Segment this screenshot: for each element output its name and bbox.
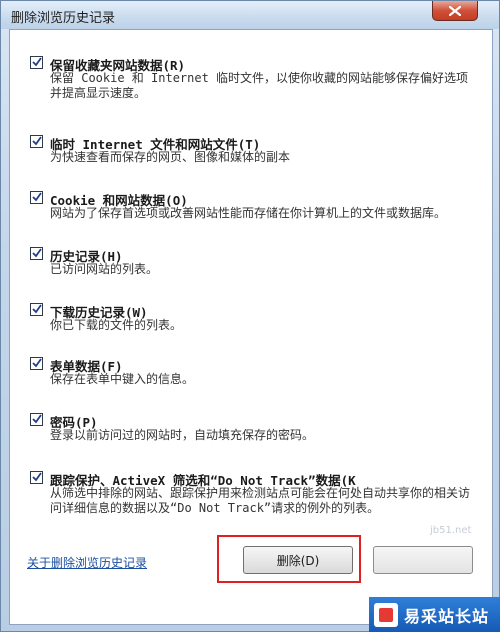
option-description: 从筛选中排除的网站、跟踪保护用来检测站点可能会在何处自动共享你的相关访问详细信息… — [50, 486, 471, 515]
checkmark-icon — [32, 57, 42, 67]
option-description: 你已下载的文件的列表。 — [50, 318, 183, 332]
about-delete-history-link[interactable]: 关于删除浏览历史记录 — [27, 554, 147, 571]
option-description: 保存在表单中键入的信息。 — [50, 372, 195, 386]
option-description: 为快速查看而保存的网页、图像和媒体的副本 — [50, 150, 291, 164]
watermark-logo-icon — [374, 603, 398, 627]
checkbox-temp-files[interactable] — [30, 135, 43, 148]
checkmark-icon — [32, 304, 42, 314]
checkbox-tracking-protection[interactable] — [30, 471, 43, 484]
option-passwords[interactable]: 密码(P) 登录以前访问过的网站时，自动填充保存的密码。 — [30, 412, 480, 446]
checkbox-passwords[interactable] — [30, 413, 43, 426]
watermark-faint: jb51.net — [430, 525, 472, 536]
cancel-button[interactable] — [373, 546, 473, 574]
checkmark-icon — [32, 248, 42, 258]
option-description: 已访问网站的列表。 — [50, 262, 159, 276]
dialog-window: 删除浏览历史记录 保留收藏夹网站数据(R) 保留 Cookie 和 Intern… — [0, 0, 500, 632]
checkbox-history[interactable] — [30, 247, 43, 260]
option-preserve-favorites[interactable]: 保留收藏夹网站数据(R) 保留 Cookie 和 Internet 临时文件，以… — [30, 55, 480, 100]
option-form-data[interactable]: 表单数据(F) 保存在表单中键入的信息。 — [30, 356, 480, 390]
checkmark-icon — [32, 192, 42, 202]
checkbox-form-data[interactable] — [30, 357, 43, 370]
delete-button[interactable]: 删除(D) — [243, 546, 353, 574]
close-icon — [449, 5, 461, 16]
title-bar[interactable]: 删除浏览历史记录 — [1, 1, 499, 29]
checkmark-icon — [32, 358, 42, 368]
window-title: 删除浏览历史记录 — [11, 11, 116, 26]
close-button[interactable] — [432, 1, 478, 21]
option-tracking-protection[interactable]: 跟踪保护、ActiveX 筛选和“Do Not Track”数据(K 从筛选中排… — [30, 470, 480, 534]
option-description: 网站为了保存首选项或改善网站性能而存储在你计算机上的文件或数据库。 — [50, 206, 447, 220]
option-history[interactable]: 历史记录(H) 已访问网站的列表。 — [30, 246, 480, 280]
checkbox-cookies[interactable] — [30, 191, 43, 204]
option-description: 登录以前访问过的网站时，自动填充保存的密码。 — [50, 428, 315, 442]
option-description: 保留 Cookie 和 Internet 临时文件，以使你收藏的网站能够保存偏好… — [50, 71, 469, 100]
checkbox-preserve-favorites[interactable] — [30, 56, 43, 69]
watermark-text: 易采站长站 — [404, 607, 490, 626]
option-temp-files[interactable]: 临时 Internet 文件和网站文件(T) 为快速查看而保存的网页、图像和媒体… — [30, 134, 480, 174]
site-watermark: 易采站长站 — [369, 597, 500, 632]
option-cookies[interactable]: Cookie 和网站数据(O) 网站为了保存首选项或改善网站性能而存储在你计算机… — [30, 190, 480, 240]
option-download-history[interactable]: 下载历史记录(W) 你已下载的文件的列表。 — [30, 302, 480, 336]
checkmark-icon — [32, 414, 42, 424]
checkmark-icon — [32, 472, 42, 482]
checkbox-download-history[interactable] — [30, 303, 43, 316]
checkmark-icon — [32, 136, 42, 146]
